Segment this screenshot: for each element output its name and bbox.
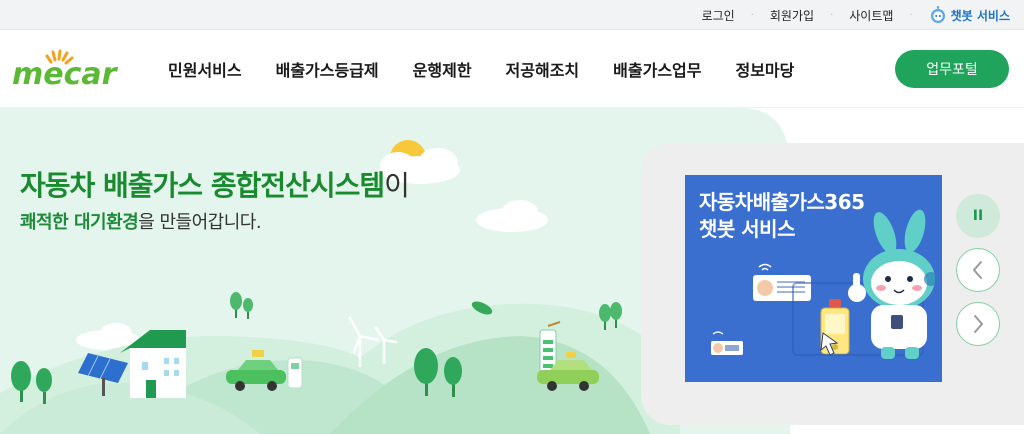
small-profile-card-illustration xyxy=(711,331,743,355)
nav-civil-service[interactable]: 민원서비스 xyxy=(168,57,242,81)
pause-icon: II xyxy=(972,208,984,224)
hero-subtitle: 쾌적한 대기환경을 만들어갑니다. xyxy=(20,208,262,234)
chatbot-robot-icon xyxy=(930,6,945,23)
hero-subtitle-highlight: 쾌적한 대기환경 xyxy=(20,212,139,233)
nav-low-emission-measures[interactable]: 저공해조치 xyxy=(506,57,580,81)
hero-title-main: 자동차 배출가스 종합전산시스템 xyxy=(20,169,385,202)
signup-link[interactable]: 회원가입 xyxy=(770,7,814,24)
chevron-left-icon xyxy=(972,261,982,279)
nav-driving-restriction[interactable]: 운행제한 xyxy=(413,57,472,81)
chatbot-service-label: 챗봇 서비스 xyxy=(950,8,1010,23)
login-link[interactable]: 로그인 xyxy=(702,7,735,24)
page: 로그인 · 회원가입 · 사이트맵 · 챗봇 서비스 mecar 민원서비스 배… xyxy=(0,0,1024,434)
nav-emission-grade[interactable]: 배출가스등급제 xyxy=(276,57,379,81)
sitemap-link[interactable]: 사이트맵 xyxy=(849,7,893,24)
logo-wordmark: mecar xyxy=(12,57,119,92)
mecar-logo[interactable]: mecar xyxy=(10,48,134,92)
pause-button[interactable]: II xyxy=(956,194,1000,238)
main-navigation: 민원서비스 배출가스등급제 운행제한 저공해조치 배출가스업무 정보마당 xyxy=(168,30,828,108)
hero-title: 자동차 배출가스 종합전산시스템이 xyxy=(20,164,410,204)
utility-separator: · xyxy=(750,9,754,21)
banner-illustration xyxy=(711,209,938,359)
hero-title-suffix: 이 xyxy=(384,169,410,202)
utility-separator: · xyxy=(909,9,913,21)
work-portal-button[interactable]: 업무포털 xyxy=(895,50,1009,88)
utility-separator: · xyxy=(830,9,834,21)
utility-links: 로그인 · 회원가입 · 사이트맵 · 챗봇 서비스 xyxy=(702,0,1010,30)
chatbot-banner[interactable]: 자동차배출가스365 챗봇 서비스 xyxy=(685,175,942,382)
next-slide-button[interactable] xyxy=(956,302,1000,346)
nav-emission-work[interactable]: 배출가스업무 xyxy=(613,57,701,81)
chatbot-service-link[interactable]: 챗봇 서비스 xyxy=(929,6,1010,24)
previous-slide-button[interactable] xyxy=(956,248,1000,292)
utility-bar: 로그인 · 회원가입 · 사이트맵 · 챗봇 서비스 xyxy=(0,0,1024,30)
chevron-right-icon xyxy=(974,315,984,333)
nav-information[interactable]: 정보마당 xyxy=(735,57,794,81)
main-header: mecar 민원서비스 배출가스등급제 운행제한 저공해조치 배출가스업무 정보… xyxy=(0,30,1024,108)
hero-subtitle-rest: 을 만들어갑니다. xyxy=(138,212,262,233)
